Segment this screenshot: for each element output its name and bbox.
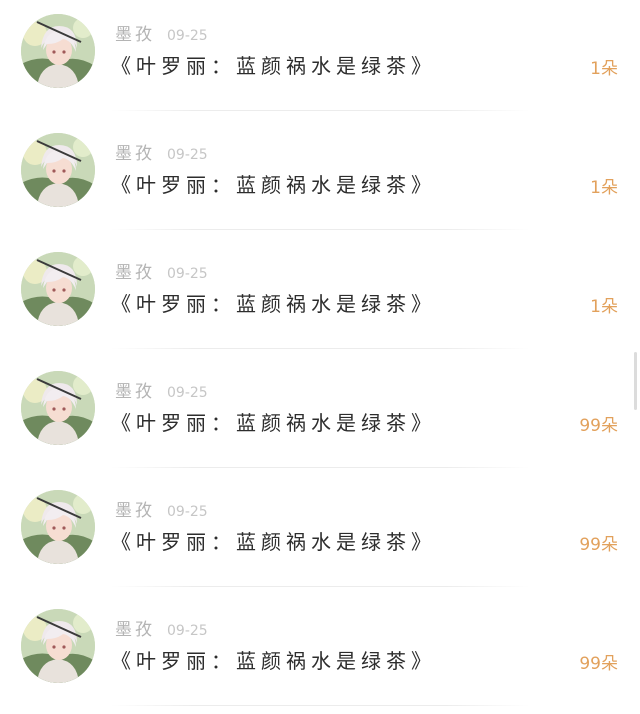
comment-list: 墨孜 09-25 《叶罗丽：蓝颜祸水是绿茶》 1朵 墨孜 09-25 《叶罗丽：… [0, 0, 640, 711]
comment-text[interactable]: 《叶罗丽：蓝颜祸水是绿茶》 [111, 407, 436, 436]
avatar-image [21, 252, 95, 326]
author-name[interactable]: 墨孜 [115, 615, 155, 640]
avatar-image [21, 609, 95, 683]
avatar[interactable] [21, 133, 95, 207]
comment-date: 09-25 [167, 266, 208, 282]
list-item[interactable]: 墨孜 09-25 《叶罗丽：蓝颜祸水是绿茶》 99朵 [0, 595, 640, 714]
divider [110, 467, 530, 468]
author-name[interactable]: 墨孜 [115, 496, 155, 521]
comment-text[interactable]: 《叶罗丽：蓝颜祸水是绿茶》 [111, 288, 436, 317]
comment-date: 09-25 [167, 147, 208, 163]
comment-text[interactable]: 《叶罗丽：蓝颜祸水是绿茶》 [111, 645, 436, 674]
avatar-image [21, 133, 95, 207]
author-name[interactable]: 墨孜 [115, 20, 155, 45]
comment-text[interactable]: 《叶罗丽：蓝颜祸水是绿茶》 [111, 526, 436, 555]
divider [110, 705, 530, 706]
avatar[interactable] [21, 609, 95, 683]
list-item[interactable]: 墨孜 09-25 《叶罗丽：蓝颜祸水是绿茶》 99朵 [0, 357, 640, 476]
list-item[interactable]: 墨孜 09-25 《叶罗丽：蓝颜祸水是绿茶》 1朵 [0, 0, 640, 119]
comment-text[interactable]: 《叶罗丽：蓝颜祸水是绿茶》 [111, 50, 436, 79]
author-name[interactable]: 墨孜 [115, 377, 155, 402]
gift-count: 1朵 [590, 59, 618, 79]
avatar-image [21, 490, 95, 564]
comment-date: 09-25 [167, 385, 208, 401]
avatar-image [21, 14, 95, 88]
divider [110, 348, 530, 349]
avatar[interactable] [21, 252, 95, 326]
divider [110, 229, 530, 230]
comment-date: 09-25 [167, 623, 208, 639]
comment-date: 09-25 [167, 504, 208, 520]
gift-count: 99朵 [579, 654, 618, 674]
avatar[interactable] [21, 371, 95, 445]
avatar-image [21, 371, 95, 445]
author-name[interactable]: 墨孜 [115, 258, 155, 283]
divider [110, 110, 530, 111]
gift-count: 1朵 [590, 178, 618, 198]
author-name[interactable]: 墨孜 [115, 139, 155, 164]
gift-count: 1朵 [590, 297, 618, 317]
comment-date: 09-25 [167, 28, 208, 44]
gift-count: 99朵 [579, 416, 618, 436]
avatar[interactable] [21, 490, 95, 564]
divider [110, 586, 530, 587]
scrollbar[interactable] [634, 352, 637, 410]
gift-count: 99朵 [579, 535, 618, 555]
list-item[interactable]: 墨孜 09-25 《叶罗丽：蓝颜祸水是绿茶》 99朵 [0, 476, 640, 595]
list-item[interactable]: 墨孜 09-25 《叶罗丽：蓝颜祸水是绿茶》 1朵 [0, 238, 640, 357]
avatar[interactable] [21, 14, 95, 88]
list-item[interactable]: 墨孜 09-25 《叶罗丽：蓝颜祸水是绿茶》 1朵 [0, 119, 640, 238]
comment-text[interactable]: 《叶罗丽：蓝颜祸水是绿茶》 [111, 169, 436, 198]
